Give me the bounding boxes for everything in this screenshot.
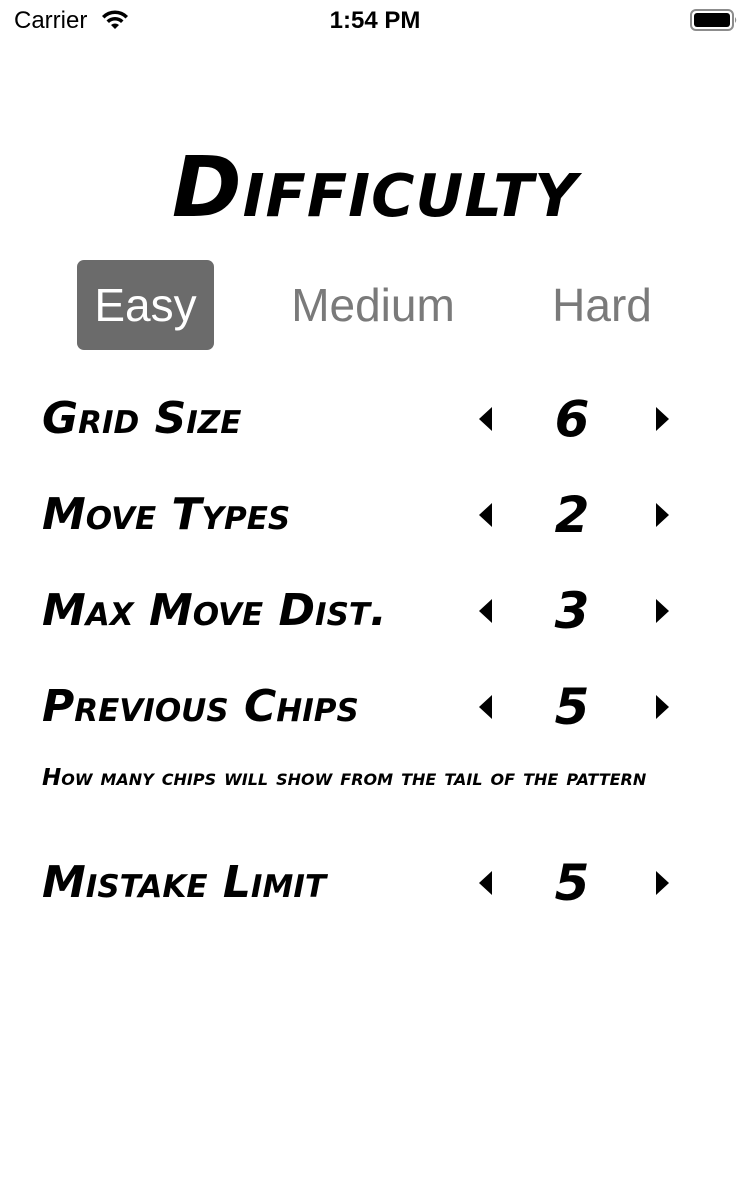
status-bar: Carrier 1:54 PM [0,0,750,40]
max-move-dist-value: 3 [554,582,590,640]
decrease-max-move-dist-button[interactable] [474,598,498,624]
increase-grid-size-button[interactable] [650,406,674,432]
move-types-value: 2 [554,486,590,544]
caret-right-icon [656,599,669,623]
clock: 1:54 PM [329,7,421,34]
decrease-mistake-limit-button[interactable] [474,870,498,896]
caret-right-icon [656,695,669,719]
previous-chips-hint: How many chips will show from the tail o… [42,765,647,791]
previous-chips-label: Previous Chips [42,681,359,732]
caret-left-icon [479,503,492,527]
segment-easy[interactable]: Easy [77,260,214,350]
setting-row-max-move-dist: Max Move Dist. 3 [0,576,750,646]
setting-row-move-types: Move Types 2 [0,480,750,550]
setting-row-grid-size: Grid Size 6 [0,384,750,454]
increase-max-move-dist-button[interactable] [650,598,674,624]
difficulty-segmented-control: Easy Medium Hard [0,260,750,350]
decrease-previous-chips-button[interactable] [474,694,498,720]
mistake-limit-value: 5 [554,854,590,912]
caret-left-icon [479,695,492,719]
segment-medium[interactable]: Medium [268,260,478,350]
increase-previous-chips-button[interactable] [650,694,674,720]
decrease-move-types-button[interactable] [474,502,498,528]
segment-hard[interactable]: Hard [532,260,672,350]
battery-icon [690,9,737,31]
caret-left-icon [479,871,492,895]
increase-mistake-limit-button[interactable] [650,870,674,896]
decrease-grid-size-button[interactable] [474,406,498,432]
previous-chips-value: 5 [554,678,590,736]
move-types-label: Move Types [42,489,291,540]
caret-right-icon [656,407,669,431]
max-move-dist-label: Max Move Dist. [42,585,387,636]
page-title: Difficulty [171,138,579,236]
caret-left-icon [479,599,492,623]
mistake-limit-label: Mistake Limit [42,857,326,908]
caret-right-icon [656,503,669,527]
setting-row-previous-chips: Previous Chips 5 [0,672,750,742]
caret-left-icon [479,407,492,431]
setting-row-mistake-limit: Mistake Limit 5 [0,848,750,918]
grid-size-label: Grid Size [42,393,242,444]
increase-move-types-button[interactable] [650,502,674,528]
caret-right-icon [656,871,669,895]
grid-size-value: 6 [554,390,590,448]
